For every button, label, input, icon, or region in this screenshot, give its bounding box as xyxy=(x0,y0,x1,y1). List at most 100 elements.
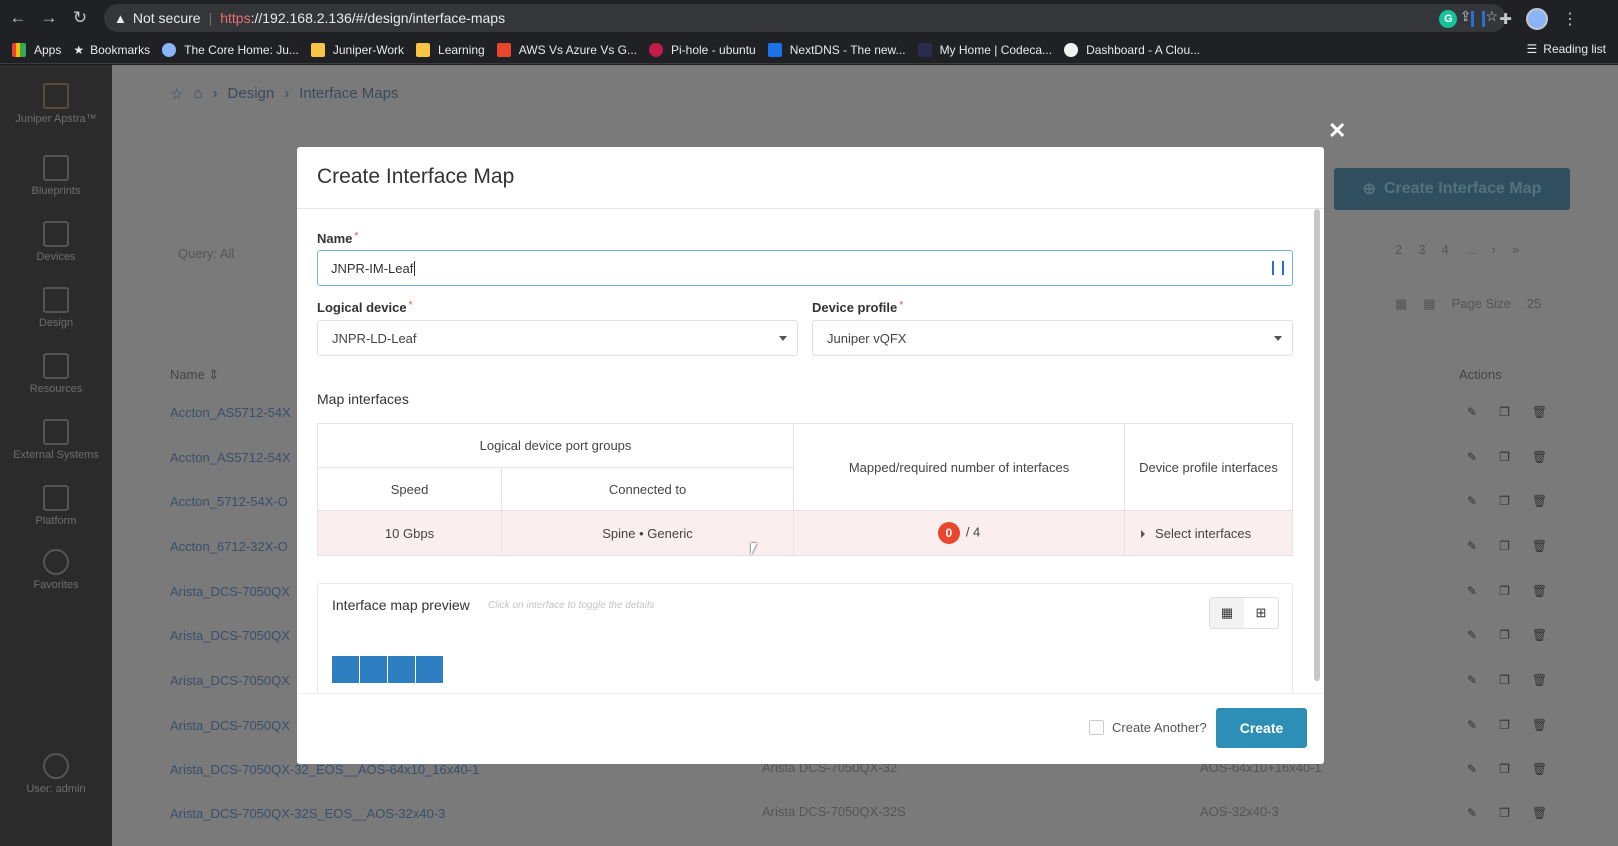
grid-view-icon[interactable]: ▦ xyxy=(1210,598,1244,628)
table-row[interactable]: Accton_6712-32X-O xyxy=(170,539,288,554)
delete-icon[interactable]: 🗑 xyxy=(1532,806,1547,820)
edit-icon[interactable]: ✎ xyxy=(1467,405,1477,419)
bookmark-pihole[interactable]: Pi-hole - ubuntu xyxy=(649,42,756,57)
clone-icon[interactable]: ❐ xyxy=(1499,584,1510,598)
device-profile-select[interactable]: Juniper vQFX xyxy=(812,320,1293,356)
breadcrumb-design[interactable]: Design xyxy=(228,85,275,103)
page-size-select[interactable]: 25 xyxy=(1527,296,1541,312)
bookmark-bookmarks[interactable]: ★ Bookmarks xyxy=(73,43,150,57)
name-column-header[interactable]: Name ⇕ xyxy=(170,367,219,383)
edit-icon[interactable]: ✎ xyxy=(1467,806,1477,820)
logical-device-select[interactable]: JNPR-LD-Leaf xyxy=(317,320,798,356)
extension-icon[interactable] xyxy=(1471,11,1486,27)
platform-icon xyxy=(43,485,69,511)
bookmark-apps[interactable]: Apps xyxy=(12,42,61,57)
sidebar-item-devices[interactable]: Devices xyxy=(0,221,112,263)
sidebar-item-resources[interactable]: Resources xyxy=(0,353,112,395)
create-another-checkbox[interactable] xyxy=(1089,720,1104,735)
columns-icon[interactable]: ▦ xyxy=(1395,296,1407,312)
delete-icon[interactable]: 🗑 xyxy=(1532,539,1547,553)
table-row[interactable]: Arista_DCS-7050QX-32_EOS__AOS-64x10_16x4… xyxy=(170,762,479,777)
delete-icon[interactable]: 🗑 xyxy=(1532,584,1547,598)
puzzle-icon[interactable]: ✚ xyxy=(1499,10,1512,28)
page-link[interactable]: 3 xyxy=(1418,242,1425,257)
table-row[interactable]: Accton_AS5712-54X xyxy=(170,450,291,465)
clone-icon[interactable]: ❐ xyxy=(1499,450,1510,464)
close-icon[interactable]: ✕ xyxy=(1328,118,1346,144)
favorite-star-icon[interactable]: ☆ xyxy=(170,85,183,103)
bookmark-nextdns[interactable]: NextDNS - The new... xyxy=(767,42,906,57)
reading-list[interactable]: ☰ Reading list xyxy=(1527,42,1606,56)
grid-icon[interactable]: ▦ xyxy=(1423,296,1435,312)
clone-icon[interactable]: ❐ xyxy=(1499,539,1510,553)
delete-icon[interactable]: 🗑 xyxy=(1532,494,1547,508)
delete-icon[interactable]: 🗑 xyxy=(1532,673,1547,687)
bookmark-aws[interactable]: AWS Vs Azure Vs G... xyxy=(496,42,637,57)
table-row[interactable]: Accton_AS5712-54X xyxy=(170,405,291,420)
edit-icon[interactable]: ✎ xyxy=(1467,628,1477,642)
table-row[interactable]: Arista_DCS-7050QX xyxy=(170,584,290,599)
clone-icon[interactable]: ❐ xyxy=(1499,718,1510,732)
delete-icon[interactable]: 🗑 xyxy=(1532,762,1547,776)
create-interface-map-button[interactable]: ⊕ Create Interface Map xyxy=(1334,168,1570,210)
clone-icon[interactable]: ❐ xyxy=(1499,673,1510,687)
bookmark-juniper-work[interactable]: Juniper-Work xyxy=(310,42,404,57)
table-view-icon[interactable]: ⊞ xyxy=(1244,598,1278,628)
reload-icon[interactable]: ↻ xyxy=(67,5,93,31)
table-row[interactable]: Arista_DCS-7050QX-32S_EOS__AOS-32x40-3 xyxy=(170,806,445,821)
next-page-icon[interactable]: › xyxy=(1492,242,1496,257)
table-row[interactable]: Arista_DCS-7050QX xyxy=(170,673,290,688)
home-icon[interactable]: ⌂ xyxy=(193,85,202,103)
sidebar-item-design[interactable]: Design xyxy=(0,287,112,329)
page-link[interactable]: 4 xyxy=(1441,242,1448,257)
delete-icon[interactable]: 🗑 xyxy=(1532,405,1547,419)
edit-icon[interactable]: ✎ xyxy=(1467,673,1477,687)
menu-icon[interactable]: ⋮ xyxy=(1562,9,1578,29)
dialog-scrollbar[interactable] xyxy=(1314,209,1320,681)
edit-icon[interactable]: ✎ xyxy=(1467,584,1477,598)
clone-icon[interactable]: ❐ xyxy=(1499,494,1510,508)
port-icon[interactable] xyxy=(332,656,360,683)
interface-map-preview: Interface map preview Click on interface… xyxy=(317,583,1293,693)
table-row[interactable]: Arista_DCS-7050QX xyxy=(170,718,290,733)
user-menu[interactable]: User: admin xyxy=(0,753,112,795)
page-link[interactable]: 2 xyxy=(1395,242,1402,257)
clone-icon[interactable]: ❐ xyxy=(1499,405,1510,419)
sidebar-item-external-systems[interactable]: External Systems xyxy=(0,419,112,461)
sidebar-item-blueprints[interactable]: Blueprints xyxy=(0,155,112,197)
clone-icon[interactable]: ❐ xyxy=(1499,628,1510,642)
delete-icon[interactable]: 🗑 xyxy=(1532,450,1547,464)
sidebar-item-favorites[interactable]: Favorites xyxy=(0,549,112,591)
table-row[interactable]: Accton_5712-54X-O xyxy=(170,494,288,509)
table-row[interactable]: Arista_DCS-7050QX xyxy=(170,628,290,643)
address-bar[interactable]: ▲ Not secure | https://192.168.2.136/#/d… xyxy=(104,4,1506,32)
query-filter[interactable]: Query: All xyxy=(178,246,234,261)
preview-hint: Click on interface to toggle the details xyxy=(488,600,655,611)
edit-icon[interactable]: ✎ xyxy=(1467,450,1477,464)
profile-avatar[interactable] xyxy=(1526,8,1548,30)
name-input[interactable]: JNPR-IM-Leaf xyxy=(317,250,1293,286)
edit-icon[interactable]: ✎ xyxy=(1467,718,1477,732)
edit-icon[interactable]: ✎ xyxy=(1467,762,1477,776)
bookmark-core-home[interactable]: The Core Home: Ju... xyxy=(162,42,299,57)
edit-icon[interactable]: ✎ xyxy=(1467,494,1477,508)
last-page-icon[interactable]: » xyxy=(1512,242,1519,257)
bookmark-codecademy[interactable]: My Home | Codeca... xyxy=(917,42,1052,57)
password-manager-icon[interactable] xyxy=(1272,261,1284,275)
back-icon[interactable]: ← xyxy=(5,5,31,31)
clone-icon[interactable]: ❐ xyxy=(1499,762,1510,776)
port-icon[interactable] xyxy=(388,656,416,683)
grammarly-icon[interactable]: G xyxy=(1439,10,1458,28)
edit-icon[interactable]: ✎ xyxy=(1467,539,1477,553)
create-button[interactable]: Create xyxy=(1216,708,1307,748)
bookmark-learning[interactable]: Learning xyxy=(416,42,485,57)
clone-icon[interactable]: ❐ xyxy=(1499,806,1510,820)
select-interfaces-toggle[interactable]: Select interfaces xyxy=(1124,510,1293,556)
port-icon[interactable] xyxy=(360,656,388,683)
forward-icon[interactable]: → xyxy=(36,5,62,31)
delete-icon[interactable]: 🗑 xyxy=(1532,628,1547,642)
sidebar-item-platform[interactable]: Platform xyxy=(0,485,112,527)
port-icon[interactable] xyxy=(416,656,444,683)
bookmark-dashboard[interactable]: Dashboard - A Clou... xyxy=(1064,42,1200,57)
delete-icon[interactable]: 🗑 xyxy=(1532,718,1547,732)
